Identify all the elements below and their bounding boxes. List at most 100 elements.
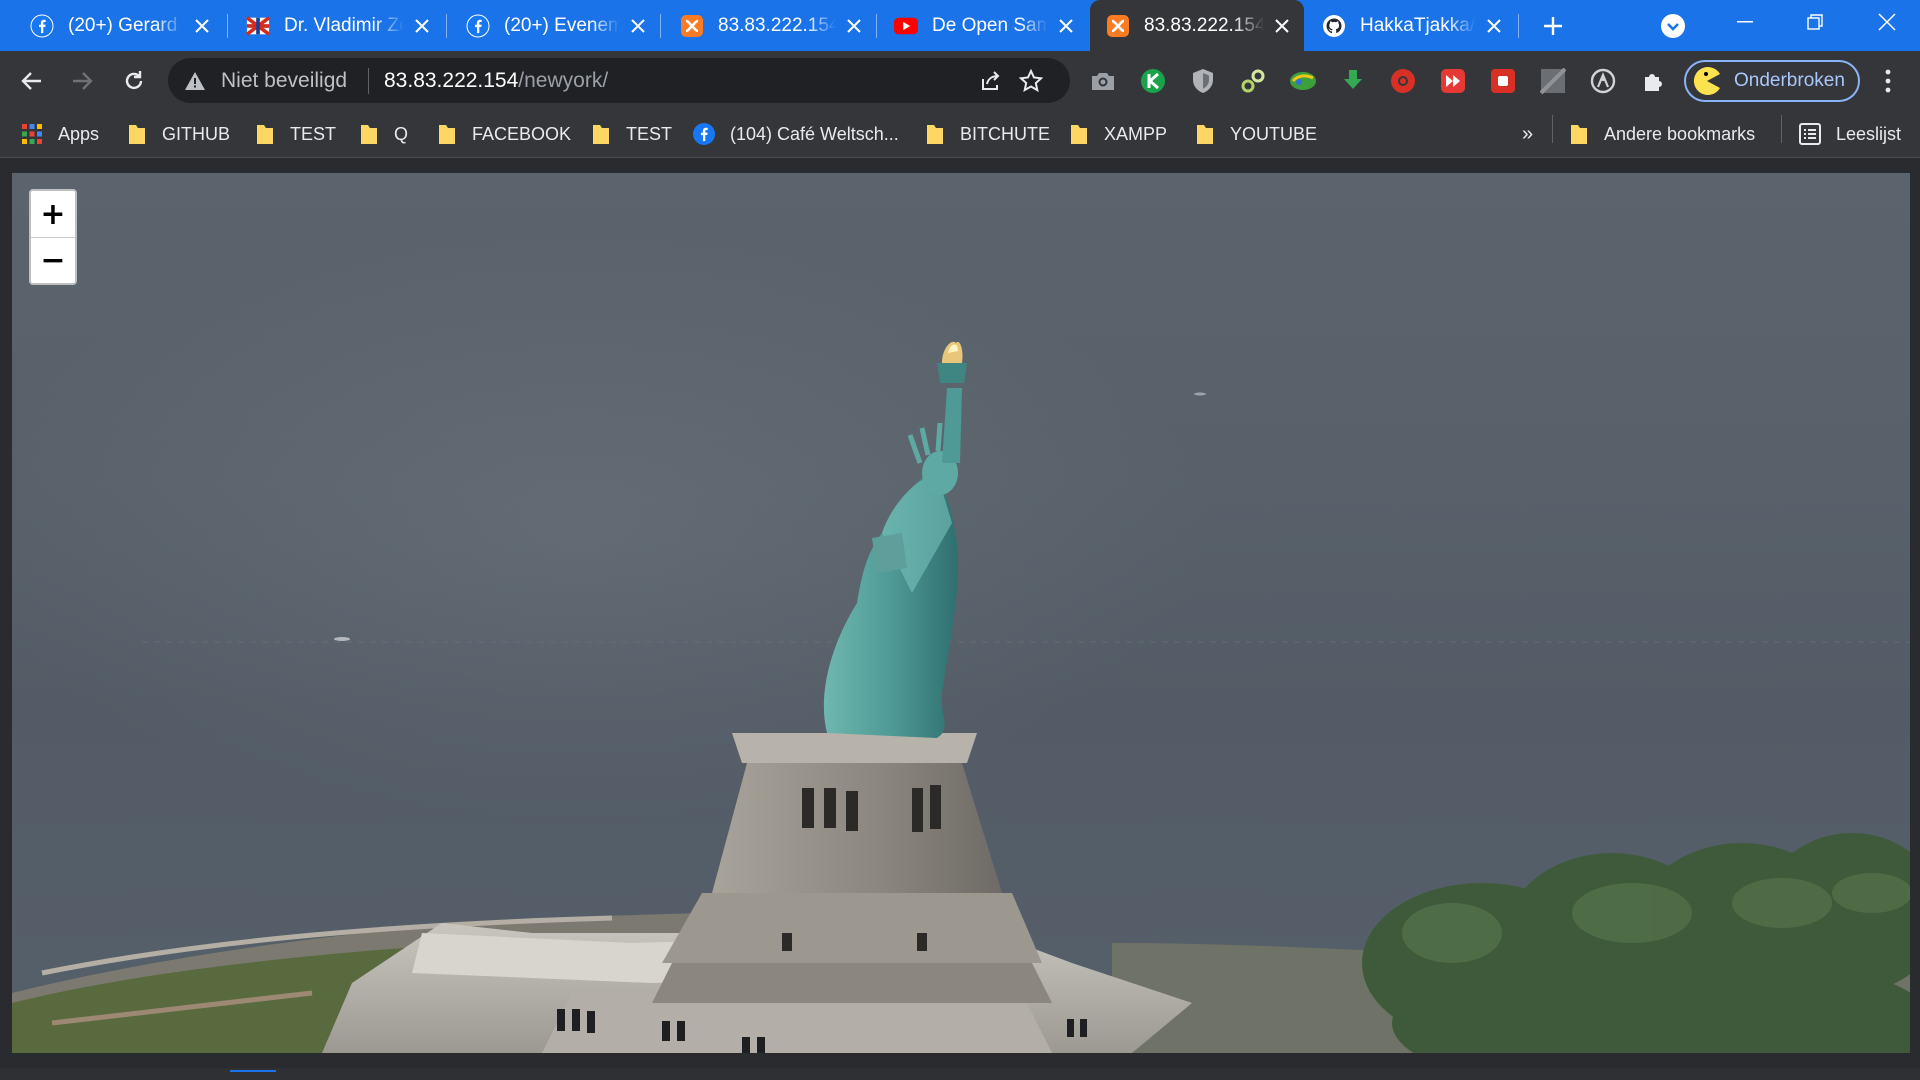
k-extension-icon[interactable] <box>1138 66 1168 96</box>
download-icon[interactable] <box>1338 66 1368 96</box>
folder-icon <box>129 125 145 144</box>
tab-github[interactable]: HakkaTjakka/ <box>1306 0 1516 51</box>
restore-button[interactable] <box>1780 0 1850 44</box>
close-icon[interactable] <box>1056 16 1076 36</box>
profile-button[interactable]: Onderbroken <box>1684 60 1860 102</box>
share-icon[interactable] <box>978 68 1004 94</box>
tab-title: De Open Sam <box>932 14 1048 36</box>
bookmark-folder-bitchute[interactable]: BITCHUTE <box>926 118 1050 150</box>
tab-separator <box>1518 14 1519 38</box>
close-icon[interactable] <box>192 16 212 36</box>
speed-extension-icon[interactable] <box>1588 66 1618 96</box>
zoom-control: + − <box>29 189 77 285</box>
bookmark-separator <box>1552 115 1553 143</box>
folder-icon <box>1571 125 1587 144</box>
apps-grid-icon <box>20 122 44 146</box>
shield-icon[interactable] <box>1188 66 1218 96</box>
bookmark-label: Leeslijst <box>1836 123 1902 144</box>
bookmark-apps[interactable]: Apps <box>20 118 99 150</box>
security-status-label[interactable]: Niet beveiligd <box>221 69 347 93</box>
bookmark-label: BITCHUTE <box>960 123 1050 144</box>
github-icon <box>1322 14 1346 38</box>
url-path: /newyork/ <box>518 69 609 92</box>
tab-title: (20+) Evenem <box>504 14 620 36</box>
zoom-in-button[interactable]: + <box>31 191 75 237</box>
close-window-button[interactable] <box>1852 0 1920 44</box>
tab-facebook-events[interactable]: (20+) Evenem <box>450 0 660 51</box>
bookmark-label: XAMPP <box>1104 123 1168 144</box>
folder-icon <box>257 125 273 144</box>
bookmark-cafe-weltschmerz[interactable]: (104) Café Weltsch... <box>692 118 899 150</box>
close-icon[interactable] <box>628 16 648 36</box>
zoom-out-button[interactable]: − <box>31 237 75 283</box>
tab-separator <box>446 14 447 38</box>
xampp-icon <box>680 14 704 38</box>
map-3d-view[interactable]: + − <box>12 173 1910 1053</box>
address-bar[interactable]: Niet beveiligd 83.83.222.154/newyork/ <box>168 58 1070 103</box>
page-content: + − <box>0 158 1920 1080</box>
tab-search-icon[interactable] <box>1660 13 1686 39</box>
bookmark-folder-github[interactable]: GITHUB <box>128 118 230 150</box>
folder-icon <box>1197 125 1213 144</box>
tab-xampp-1[interactable]: 83.83.222.154 <box>664 0 876 51</box>
bookmark-label: TEST <box>290 123 337 144</box>
folder-icon <box>1071 125 1087 144</box>
bookmark-star-icon[interactable] <box>1018 68 1044 94</box>
folder-icon <box>439 125 455 144</box>
tab-title: HakkaTjakka/ <box>1360 14 1476 36</box>
more-menu-icon[interactable] <box>1876 66 1900 96</box>
close-icon[interactable] <box>844 16 864 36</box>
camera-icon[interactable] <box>1088 66 1118 96</box>
folder-icon <box>927 125 943 144</box>
omnibox-divider <box>368 68 369 94</box>
bookmark-folder-test[interactable]: TEST <box>256 118 336 150</box>
fast-forward-icon[interactable] <box>1438 66 1468 96</box>
gray-extension-icon[interactable] <box>1538 66 1568 96</box>
minimize-button[interactable] <box>1710 0 1780 44</box>
bookmark-label: TEST <box>626 123 673 144</box>
reading-list-icon <box>1798 122 1822 146</box>
tab-vladimir[interactable]: Dr. Vladimir Ze <box>230 0 444 51</box>
bookmark-folder-facebook[interactable]: FACEBOOK <box>438 118 571 150</box>
close-icon[interactable] <box>412 16 432 36</box>
close-icon[interactable] <box>1272 16 1292 36</box>
bottom-edge <box>0 1068 1920 1080</box>
tab-facebook-gerard[interactable]: (20+) Gerard V <box>14 0 224 51</box>
reload-button[interactable] <box>116 63 152 99</box>
url-text[interactable]: 83.83.222.154/newyork/ <box>384 69 608 93</box>
bookmarks-overflow-button[interactable]: » <box>1522 118 1533 150</box>
youtube-icon <box>894 14 918 38</box>
browser-toolbar: Niet beveiligd 83.83.222.154/newyork/ On… <box>0 51 1920 110</box>
close-icon[interactable] <box>1484 16 1504 36</box>
back-button[interactable] <box>14 63 50 99</box>
bookmark-other-bookmarks[interactable]: Andere bookmarks <box>1570 118 1755 150</box>
bookmark-label: FACEBOOK <box>472 123 572 144</box>
tab-separator <box>660 14 661 38</box>
reading-list-button[interactable]: Leeslijst <box>1798 118 1901 150</box>
new-tab-button[interactable] <box>1538 11 1568 41</box>
facebook-icon <box>466 14 490 38</box>
tab-separator <box>876 14 877 38</box>
forward-button[interactable] <box>64 63 100 99</box>
puzzle-icon[interactable] <box>1638 66 1668 96</box>
bookmark-folder-youtube[interactable]: YOUTUBE <box>1196 118 1317 150</box>
folder-icon <box>593 125 609 144</box>
globe-extension-icon[interactable] <box>1288 66 1318 96</box>
tab-xampp-active[interactable]: 83.83.222.154 <box>1090 0 1304 51</box>
bookmark-folder-xampp[interactable]: XAMPP <box>1070 118 1167 150</box>
facebook-icon <box>692 122 716 146</box>
tab-title: Dr. Vladimir Ze <box>284 14 404 36</box>
warning-icon[interactable] <box>184 70 206 92</box>
link-extension-icon[interactable] <box>1238 66 1268 96</box>
record-icon[interactable] <box>1388 66 1418 96</box>
folder-icon <box>361 125 377 144</box>
overflow-chevron-icon: » <box>1522 122 1534 145</box>
profile-label: Onderbroken <box>1734 70 1845 91</box>
bookmark-folder-test-2[interactable]: TEST <box>592 118 672 150</box>
bookmark-folder-q[interactable]: Q <box>360 118 408 150</box>
tab-youtube[interactable]: De Open Sam <box>878 0 1088 51</box>
tab-separator <box>227 14 228 38</box>
stop-icon[interactable] <box>1488 66 1518 96</box>
bookmark-label: YOUTUBE <box>1230 123 1318 144</box>
bookmark-separator <box>1781 115 1782 143</box>
